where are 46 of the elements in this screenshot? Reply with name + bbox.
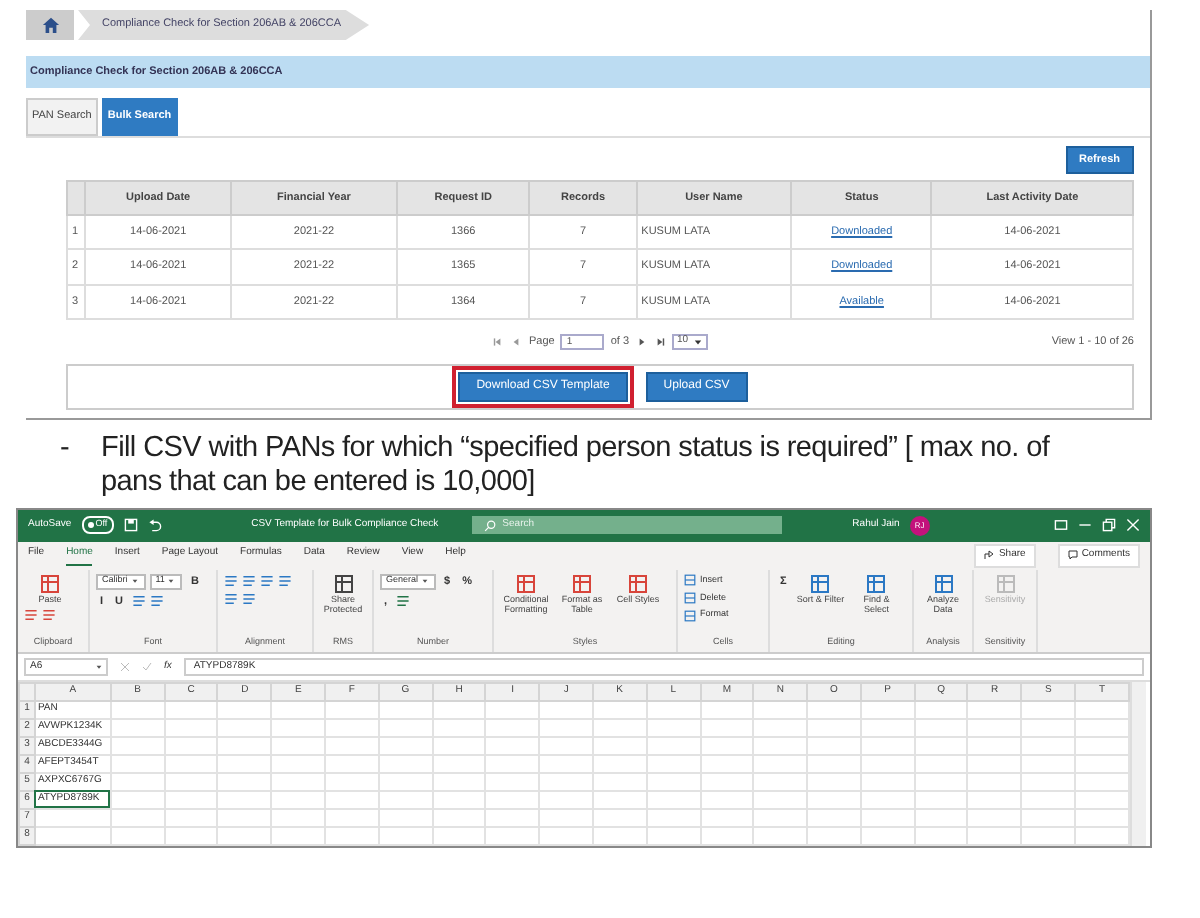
home-button[interactable] (26, 10, 74, 40)
tool-icon (933, 573, 953, 594)
close-icon[interactable] (1126, 518, 1140, 533)
last-page-icon[interactable] (653, 335, 666, 348)
tool-icon (628, 573, 648, 594)
tool-icon[interactable] (224, 573, 238, 588)
bullet-dash: - (60, 431, 70, 468)
tool-icon[interactable] (242, 591, 256, 606)
share-icon (984, 550, 995, 561)
tool-icon (810, 573, 831, 594)
tool-icon[interactable] (42, 607, 56, 622)
tool-icon (572, 573, 592, 594)
first-page-icon[interactable] (492, 335, 505, 348)
next-page-icon[interactable] (635, 335, 648, 348)
search-icon (484, 519, 497, 532)
tool-icon[interactable] (24, 607, 38, 622)
scrollbar[interactable] (1130, 681, 1146, 846)
tool-icon[interactable] (260, 573, 274, 588)
instruction-text: Fill CSV with PANs for which “specified person status is required” [ max no. of pans that can be entered is 10,000] (101, 431, 1052, 500)
caret-icon (131, 578, 138, 585)
tool-icon (866, 573, 887, 594)
caret-icon (422, 578, 429, 585)
caret-icon (96, 663, 102, 670)
tool-icon[interactable] (149, 594, 164, 608)
tool-icon (995, 573, 1015, 594)
save-icon[interactable] (123, 518, 138, 533)
tool-icon (333, 573, 353, 594)
tool-icon[interactable] (242, 573, 256, 588)
ribbon-display-icon[interactable] (1054, 518, 1068, 533)
tool-icon (516, 573, 536, 594)
tool-icon (684, 574, 696, 587)
caret-icon (694, 337, 703, 346)
home-icon (41, 16, 59, 34)
restore-icon[interactable] (1102, 518, 1116, 533)
undo-icon[interactable] (147, 518, 162, 533)
comment-icon (1067, 550, 1078, 561)
tool-icon[interactable] (278, 573, 292, 588)
check-icon[interactable] (142, 661, 152, 672)
tool-icon (684, 591, 696, 604)
previous-page-icon[interactable] (510, 335, 523, 348)
tool-icon (684, 609, 696, 622)
tool-icon[interactable] (395, 594, 410, 608)
caret-icon (168, 578, 175, 585)
tool-icon (40, 573, 60, 594)
tool-icon[interactable] (224, 591, 238, 606)
tool-icon[interactable] (131, 594, 146, 608)
